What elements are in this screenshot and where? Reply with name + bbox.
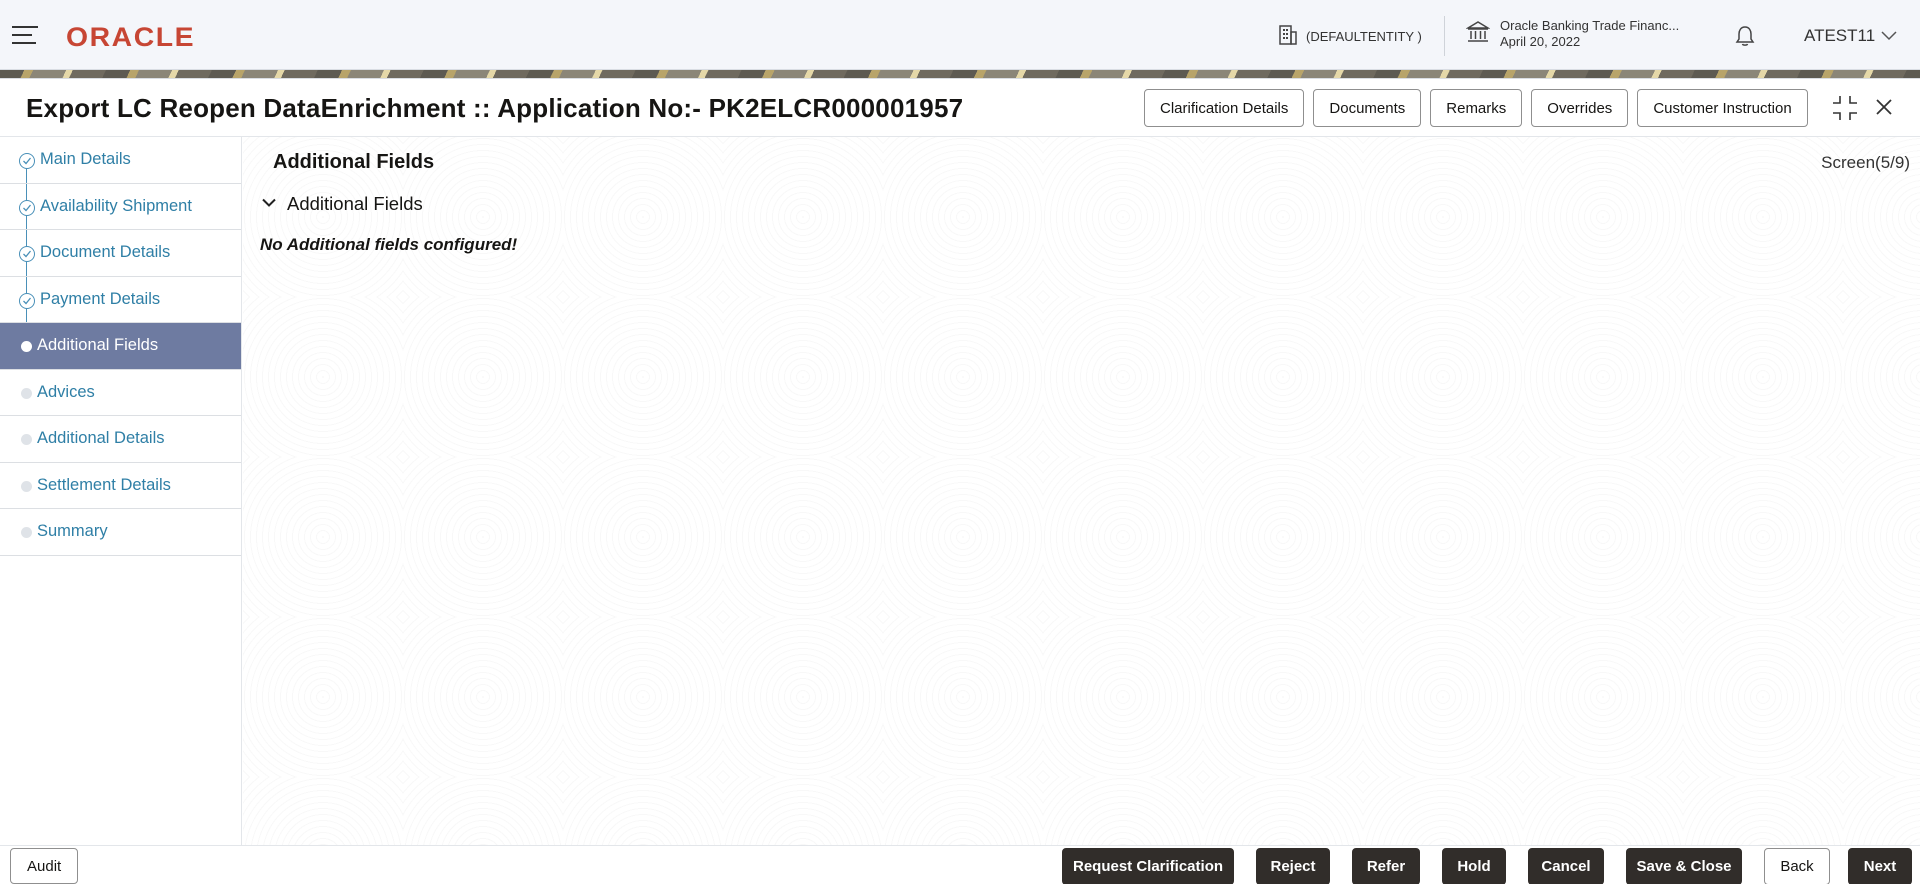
header-actions: Clarification Details Documents Remarks … <box>1144 89 1808 127</box>
next-button[interactable]: Next <box>1848 848 1912 884</box>
audit-button[interactable]: Audit <box>10 848 79 884</box>
documents-button[interactable]: Documents <box>1313 89 1422 127</box>
sidebar-item-label: Additional Fields <box>37 336 159 355</box>
notification-bell-icon[interactable] <box>1734 24 1756 53</box>
user-menu[interactable]: ATEST11 <box>1804 26 1897 46</box>
username: ATEST11 <box>1804 26 1876 45</box>
action-footer: Audit Request Clarification Reject Refer… <box>0 845 1920 884</box>
decorative-banner <box>0 70 1920 78</box>
pending-step-dot-icon <box>21 434 32 445</box>
sidebar-item-settlement-details[interactable]: Settlement Details <box>0 463 241 509</box>
customer-instruction-button[interactable]: Customer Instruction <box>1637 89 1808 127</box>
chevron-down-icon <box>261 195 277 213</box>
sidebar-item-main-details[interactable]: Main Details <box>0 137 241 184</box>
main-content: Additional Fields Screen(5/9) Additional… <box>243 137 1920 845</box>
app-header: ORACLE (DEFAULTENTITY ) Oracle Banking T… <box>0 0 1920 70</box>
sidebar-item-label: Document Details <box>40 243 171 262</box>
reject-button[interactable]: Reject <box>1256 848 1330 884</box>
refer-button[interactable]: Refer <box>1352 848 1420 884</box>
back-button[interactable]: Back <box>1764 848 1830 884</box>
sidebar-item-label: Payment Details <box>40 289 161 308</box>
application-window: Export LC Reopen DataEnrichment :: Appli… <box>0 78 1920 884</box>
bank-icon <box>1465 20 1491 49</box>
current-step-dot-icon <box>21 341 32 352</box>
sidebar-item-label: Summary <box>37 522 108 541</box>
section-title: Additional Fields <box>273 151 435 173</box>
check-circle-icon <box>19 199 35 216</box>
clarification-details-button[interactable]: Clarification Details <box>1144 89 1305 127</box>
branch-selector[interactable]: Oracle Banking Trade Financ... April 20,… <box>1465 18 1680 50</box>
additional-fields-accordion[interactable]: Additional Fields <box>261 193 423 215</box>
sidebar-item-label: Availability Shipment <box>40 196 192 215</box>
bank-date: April 20, 2022 <box>1500 34 1581 49</box>
sidebar-item-label: Settlement Details <box>37 475 171 494</box>
remarks-button[interactable]: Remarks <box>1430 89 1523 127</box>
header-divider <box>1444 16 1445 56</box>
sidebar-item-label: Main Details <box>40 150 131 169</box>
check-circle-icon <box>19 153 35 169</box>
screen-counter: Screen(5/9) <box>1821 153 1910 172</box>
pending-step-dot-icon <box>21 527 32 538</box>
menu-icon[interactable] <box>12 26 38 46</box>
bank-name: Oracle Banking Trade Financ... <box>1500 18 1680 33</box>
check-circle-icon <box>19 292 35 309</box>
window-header: Export LC Reopen DataEnrichment :: Appli… <box>0 79 1920 137</box>
sidebar-item-advices[interactable]: Advices <box>0 370 241 416</box>
sidebar-item-label: Additional Details <box>37 429 165 448</box>
step-navigation: Main Details Availability Shipment Docum… <box>0 137 242 845</box>
sidebar-item-payment-details[interactable]: Payment Details <box>0 276 241 323</box>
pending-step-dot-icon <box>21 480 32 492</box>
overrides-button[interactable]: Overrides <box>1531 89 1629 127</box>
chevron-down-icon <box>1881 26 1897 46</box>
hold-button[interactable]: Hold <box>1442 848 1506 884</box>
close-icon[interactable] <box>1874 97 1894 122</box>
entity-label: (DEFAULTENTITY ) <box>1306 29 1422 44</box>
entity-selector[interactable]: (DEFAULTENTITY ) <box>1278 24 1422 49</box>
request-clarification-button[interactable]: Request Clarification <box>1062 848 1234 884</box>
pending-step-dot-icon <box>21 387 32 399</box>
sidebar-item-additional-details[interactable]: Additional Details <box>0 416 241 463</box>
accordion-label: Additional Fields <box>287 193 423 214</box>
empty-state-message: No Additional fields configured! <box>260 235 518 254</box>
sidebar-item-additional-fields[interactable]: Additional Fields <box>0 323 241 370</box>
check-circle-icon <box>19 246 35 262</box>
sidebar-item-document-details[interactable]: Document Details <box>0 230 241 277</box>
sidebar-item-availability-shipment[interactable]: Availability Shipment <box>0 183 241 230</box>
oracle-logo: ORACLE <box>66 22 196 52</box>
sidebar-item-label: Advices <box>37 382 95 401</box>
building-icon <box>1278 24 1298 49</box>
page-title: Export LC Reopen DataEnrichment :: Appli… <box>26 93 964 123</box>
cancel-button[interactable]: Cancel <box>1528 848 1604 884</box>
collapse-screen-icon[interactable] <box>1832 95 1858 126</box>
sidebar-item-summary[interactable]: Summary <box>0 509 241 556</box>
save-close-button[interactable]: Save & Close <box>1626 848 1742 884</box>
